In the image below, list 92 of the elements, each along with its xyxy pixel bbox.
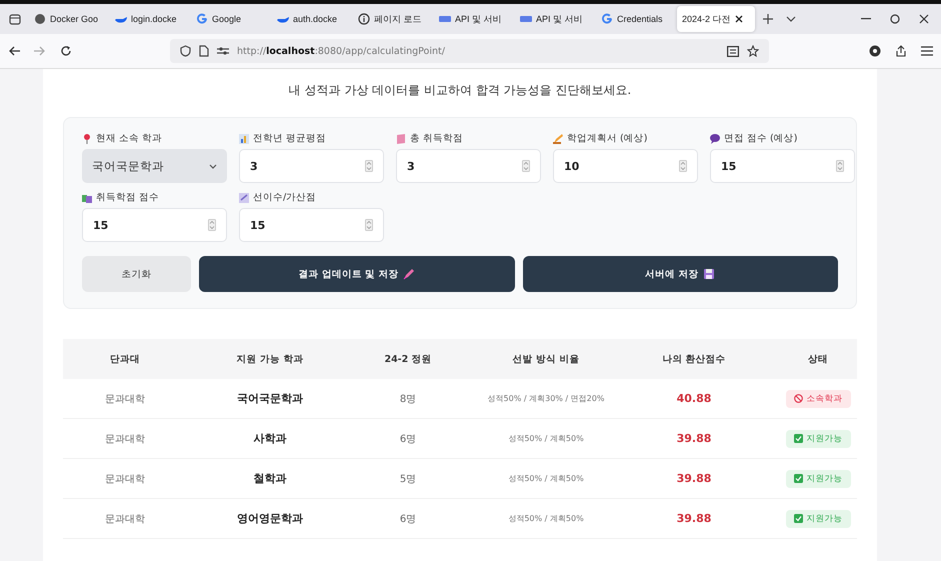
- api-icon: [520, 13, 532, 25]
- status-badge: 지원가능: [786, 510, 850, 528]
- page-icon: [199, 45, 209, 57]
- google-icon: [196, 13, 208, 25]
- table-cell-text: 39.88: [676, 512, 712, 525]
- menu-icon[interactable]: [921, 46, 933, 56]
- department-select[interactable]: 국어국문학과: [82, 149, 227, 183]
- restore-icon[interactable]: [890, 14, 900, 24]
- account-icon[interactable]: [869, 45, 881, 57]
- table-cell-text: 5명: [398, 472, 418, 486]
- chevron-down-icon: [209, 164, 217, 168]
- speech-bubble-icon: [710, 132, 720, 144]
- column-header: 단과대: [109, 352, 141, 366]
- status-badge: 지원가능: [786, 430, 850, 448]
- number-field[interactable]: 3: [396, 149, 541, 183]
- table-cell-text: 6명: [398, 432, 418, 446]
- browser-tab[interactable]: 페이지 로드: [353, 6, 431, 32]
- share-icon[interactable]: [895, 45, 907, 57]
- save-button[interactable]: 결과 업데이트 및 저장: [199, 256, 515, 292]
- address-bar[interactable]: http://localhost:8080/app/calculatingPoint/: [170, 39, 769, 63]
- column-header: 24-2 정원: [383, 352, 433, 366]
- table-cell-text: 철학과: [252, 471, 288, 486]
- browser-tab[interactable]: Credentials: [596, 6, 674, 32]
- column-header: 지원 가능 학과: [236, 352, 304, 366]
- table-cell-text: 성적50% / 계획30% / 면접20%: [486, 393, 606, 404]
- column-header: 선발 방식 비율: [512, 352, 580, 366]
- table-cell-text: 39.88: [676, 432, 712, 445]
- subtitle: 내 성적과 가상 데이터를 비교하여 합격 가능성을 진단해보세요.: [288, 82, 632, 99]
- field-label: 면접 점수 (예상): [724, 132, 798, 145]
- reload-icon[interactable]: [60, 45, 72, 57]
- tab-list-icon[interactable]: [9, 13, 21, 25]
- book-icon: [396, 132, 406, 144]
- checkbox-icon: [794, 514, 802, 523]
- table-cell-text: 6명: [398, 512, 418, 526]
- star-icon[interactable]: [747, 45, 759, 57]
- memo-icon: [239, 192, 249, 204]
- chevron-down-icon[interactable]: [786, 16, 796, 22]
- table-cell-text: 8명: [398, 392, 418, 406]
- number-field[interactable]: 15: [82, 208, 227, 242]
- number-field[interactable]: 15: [710, 149, 855, 183]
- table-cell-text: 성적50% / 계획50%: [507, 513, 585, 524]
- table-cell-text: 성적50% / 계획50%: [507, 473, 585, 484]
- plus-icon[interactable]: [763, 14, 773, 24]
- table-cell-text: 국어국문학과: [236, 391, 304, 406]
- info-icon: [358, 13, 370, 25]
- table-cell-text: 사학과: [252, 431, 288, 446]
- field-label: 전학년 평균평점: [253, 132, 326, 145]
- table-cell-text: 39.88: [676, 472, 712, 485]
- table-cell-text: 영어영문학과: [236, 511, 304, 526]
- browser-tab[interactable]: Docker Goo: [29, 6, 107, 32]
- permissions-icon: [217, 46, 229, 56]
- number-field[interactable]: 3: [239, 149, 384, 183]
- pencil-icon: [553, 132, 563, 144]
- browser-tab[interactable]: auth.docke: [272, 6, 350, 32]
- reader-icon[interactable]: [727, 46, 739, 56]
- status-badge: 소속학과: [786, 390, 850, 408]
- prohibited-icon: [794, 394, 802, 403]
- close-icon[interactable]: [734, 15, 743, 23]
- table-cell-text: 문과대학: [104, 432, 146, 446]
- field-label: 선이수/가산점: [253, 191, 316, 204]
- pin-icon: [82, 132, 92, 144]
- browser-tab[interactable]: Google: [191, 6, 269, 32]
- column-header: 나의 환산점수: [661, 352, 727, 366]
- field-label: 취득학점 점수: [96, 191, 160, 204]
- browser-tab[interactable]: 2024-2 다전: [677, 6, 755, 32]
- table-cell-text: 문과대학: [104, 472, 146, 486]
- close-icon[interactable]: [919, 14, 929, 24]
- google-icon: [601, 13, 613, 25]
- shield-icon: [180, 45, 191, 57]
- minimize-icon[interactable]: [861, 18, 871, 20]
- checkbox-icon: [794, 434, 802, 443]
- number-field[interactable]: 10: [553, 149, 698, 183]
- number-field[interactable]: 15: [239, 208, 384, 242]
- field-label: 현재 소속 학과: [96, 132, 162, 145]
- field-label: 총 취득학점: [410, 132, 464, 145]
- url-text[interactable]: http://localhost:8080/app/calculatingPoint/: [237, 46, 445, 56]
- reset-button[interactable]: 초기화: [82, 256, 192, 292]
- checkbox-icon: [794, 474, 802, 483]
- table-cell-text: 40.88: [676, 392, 712, 405]
- table-cell-text: 문과대학: [104, 512, 146, 526]
- save-button[interactable]: 서버에 저장: [522, 256, 838, 292]
- field-label: 학업계획서 (예상): [567, 132, 648, 145]
- table-cell-text: 성적50% / 계획50%: [507, 433, 585, 444]
- browser-tab[interactable]: login.docke: [110, 6, 188, 32]
- browser-tab[interactable]: API 및 서비: [515, 6, 593, 32]
- back-icon[interactable]: [8, 46, 20, 56]
- chart-icon: [239, 132, 249, 144]
- table-cell-text: 문과대학: [104, 392, 146, 406]
- api-icon: [439, 13, 451, 25]
- browser-tab[interactable]: API 및 서비: [434, 6, 512, 32]
- column-header: 상태: [807, 352, 829, 366]
- status-badge: 지원가능: [786, 470, 850, 488]
